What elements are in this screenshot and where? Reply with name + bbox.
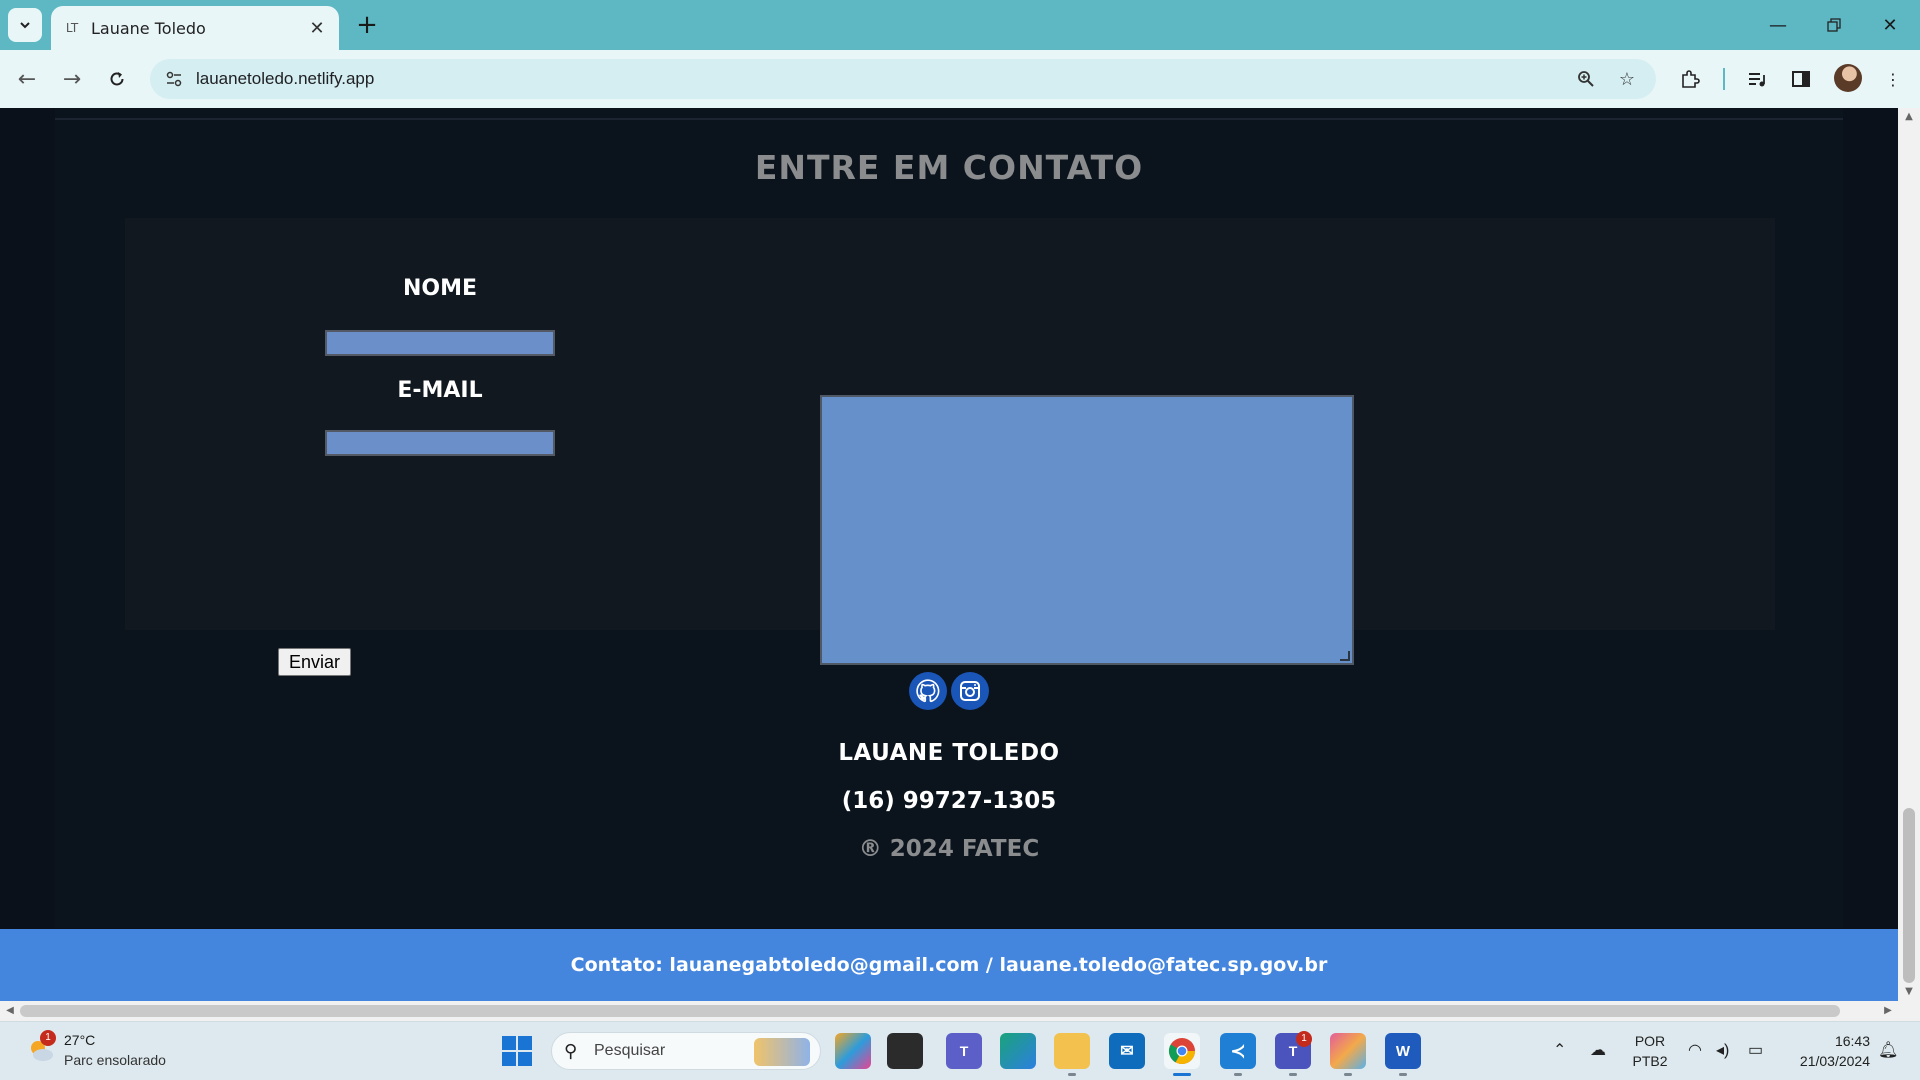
github-link[interactable] (909, 672, 947, 710)
email-field[interactable] (325, 430, 555, 456)
weather-temp[interactable]: 27°C (64, 1032, 95, 1048)
file-explorer-icon[interactable] (1054, 1033, 1090, 1069)
bookmark-star-icon[interactable]: ☆ (1615, 67, 1639, 91)
chevron-up-icon[interactable]: ⌃ (1553, 1040, 1566, 1060)
media-controls-icon[interactable] (1740, 62, 1774, 96)
scroll-down-icon[interactable]: ▼ (1903, 986, 1915, 998)
chevron-down-icon (20, 22, 30, 29)
copilot-icon[interactable] (835, 1033, 871, 1069)
tab-search-button[interactable] (8, 8, 42, 42)
section-title: ENTRE EM CONTATO (754, 148, 1144, 187)
name-field[interactable] (325, 330, 555, 356)
wifi-icon[interactable]: ◠ (1688, 1040, 1702, 1060)
chrome-icon[interactable] (1164, 1033, 1200, 1069)
zoom-icon[interactable] (1574, 67, 1598, 91)
toolbar-divider (1723, 68, 1725, 90)
taskbar: 1 27°C Parc ensolarado ⚲ Pesquisar T ✉ ≺… (0, 1021, 1920, 1080)
minimize-icon[interactable]: — (1750, 0, 1806, 50)
volume-icon[interactable]: ◂) (1716, 1040, 1729, 1060)
reload-icon[interactable] (100, 62, 134, 96)
search-icon: ⚲ (564, 1041, 578, 1062)
back-arrow-icon[interactable]: ← (10, 62, 44, 96)
restore-icon[interactable] (1806, 0, 1862, 50)
vscode-icon[interactable]: ≺ (1220, 1033, 1256, 1069)
store-icon[interactable] (887, 1033, 923, 1069)
url-text[interactable]: lauanetoledo.netlify.app (196, 69, 374, 89)
horizontal-scroll-thumb[interactable] (20, 1005, 1840, 1017)
section-divider (55, 118, 1843, 120)
tab-favicon-icon: LT (65, 21, 79, 35)
address-bar[interactable]: lauanetoledo.netlify.app ☆ (150, 59, 1656, 99)
name-label: NOME (402, 276, 478, 301)
instagram-icon (960, 681, 980, 701)
contact-bar: Contato: lauanegabtoledo@gmail.com / lau… (0, 929, 1898, 1001)
forward-arrow-icon[interactable]: → (55, 62, 89, 96)
footer-phone: (16) 99727-1305 (841, 788, 1057, 814)
onedrive-icon[interactable]: ☁ (1590, 1040, 1606, 1060)
vertical-scroll-thumb[interactable] (1903, 808, 1915, 983)
scrollbar-corner (1898, 1001, 1920, 1021)
teams-badge: 1 (1296, 1031, 1312, 1047)
teams-icon[interactable]: T (946, 1033, 982, 1069)
horizontal-scrollbar[interactable]: ◀ ▶ (0, 1001, 1898, 1021)
extensions-icon[interactable] (1673, 62, 1707, 96)
side-panel-icon[interactable] (1784, 62, 1818, 96)
browser-tab-active[interactable]: LT Lauane Toledo ✕ (51, 6, 339, 50)
tab-close-icon[interactable]: ✕ (307, 18, 327, 39)
date: 21/03/2024 (1799, 1053, 1870, 1069)
instagram-link[interactable] (951, 672, 989, 710)
notification-bell-icon[interactable]: 🔔︎ (1878, 1040, 1898, 1060)
edge-icon[interactable] (1000, 1033, 1036, 1069)
windows-start-icon[interactable] (502, 1036, 532, 1066)
input-language[interactable]: POR PTB2 (1626, 1031, 1674, 1071)
tab-title: Lauane Toledo (91, 18, 206, 38)
github-icon (916, 679, 940, 703)
running-indicator (1399, 1073, 1407, 1076)
word-icon[interactable]: W (1385, 1033, 1421, 1069)
window-close-icon[interactable]: ✕ (1862, 0, 1918, 50)
lang-line1: POR (1634, 1033, 1666, 1049)
message-textarea[interactable] (820, 395, 1354, 665)
footer-name: LAUANE TOLEDO (838, 740, 1060, 766)
running-indicator (1234, 1073, 1242, 1076)
battery-icon[interactable]: ▭ (1748, 1040, 1763, 1060)
contact-form: NOME E-MAIL Enviar (125, 218, 1775, 676)
email-label: E-MAIL (397, 378, 483, 403)
search-highlight-icon (754, 1038, 810, 1066)
clock[interactable]: 16:43 21/03/2024 (1780, 1031, 1870, 1071)
running-indicator (1068, 1073, 1076, 1076)
resize-handle-icon[interactable] (1340, 651, 1350, 661)
avatar[interactable] (1834, 64, 1862, 92)
scroll-left-icon[interactable]: ◀ (4, 1004, 16, 1018)
weather-badge: 1 (40, 1030, 56, 1046)
running-indicator (1289, 1073, 1297, 1076)
search-placeholder: Pesquisar (594, 1042, 666, 1059)
contact-bar-text: Contato: lauanegabtoledo@gmail.com / lau… (570, 954, 1328, 976)
footer-copyright: ® 2024 FATEC (858, 836, 1040, 862)
taskbar-search[interactable]: ⚲ Pesquisar (551, 1032, 821, 1070)
active-indicator (1173, 1073, 1191, 1076)
mail-icon[interactable]: ✉ (1109, 1033, 1145, 1069)
site-info-icon[interactable] (162, 67, 186, 91)
new-tab-button[interactable]: + (352, 10, 382, 40)
scroll-up-icon[interactable]: ▲ (1903, 111, 1915, 123)
vertical-scrollbar[interactable]: ▲ ▼ (1898, 108, 1920, 1001)
running-indicator (1344, 1073, 1352, 1076)
time: 16:43 (1834, 1033, 1870, 1049)
browser-toolbar: ← → lauanetoledo.netlify.app ☆ ⋮ (0, 50, 1920, 108)
lang-line2: PTB2 (1632, 1053, 1668, 1069)
more-menu-icon[interactable]: ⋮ (1876, 62, 1910, 96)
app-icon[interactable] (1330, 1033, 1366, 1069)
browser-tab-strip: LT Lauane Toledo ✕ + — ✕ (0, 0, 1920, 50)
scroll-right-icon[interactable]: ▶ (1882, 1004, 1894, 1018)
page-viewport: ENTRE EM CONTATO NOME E-MAIL Enviar LAUA… (0, 108, 1898, 1001)
weather-desc[interactable]: Parc ensolarado (64, 1052, 166, 1068)
submit-button[interactable]: Enviar (278, 648, 351, 676)
